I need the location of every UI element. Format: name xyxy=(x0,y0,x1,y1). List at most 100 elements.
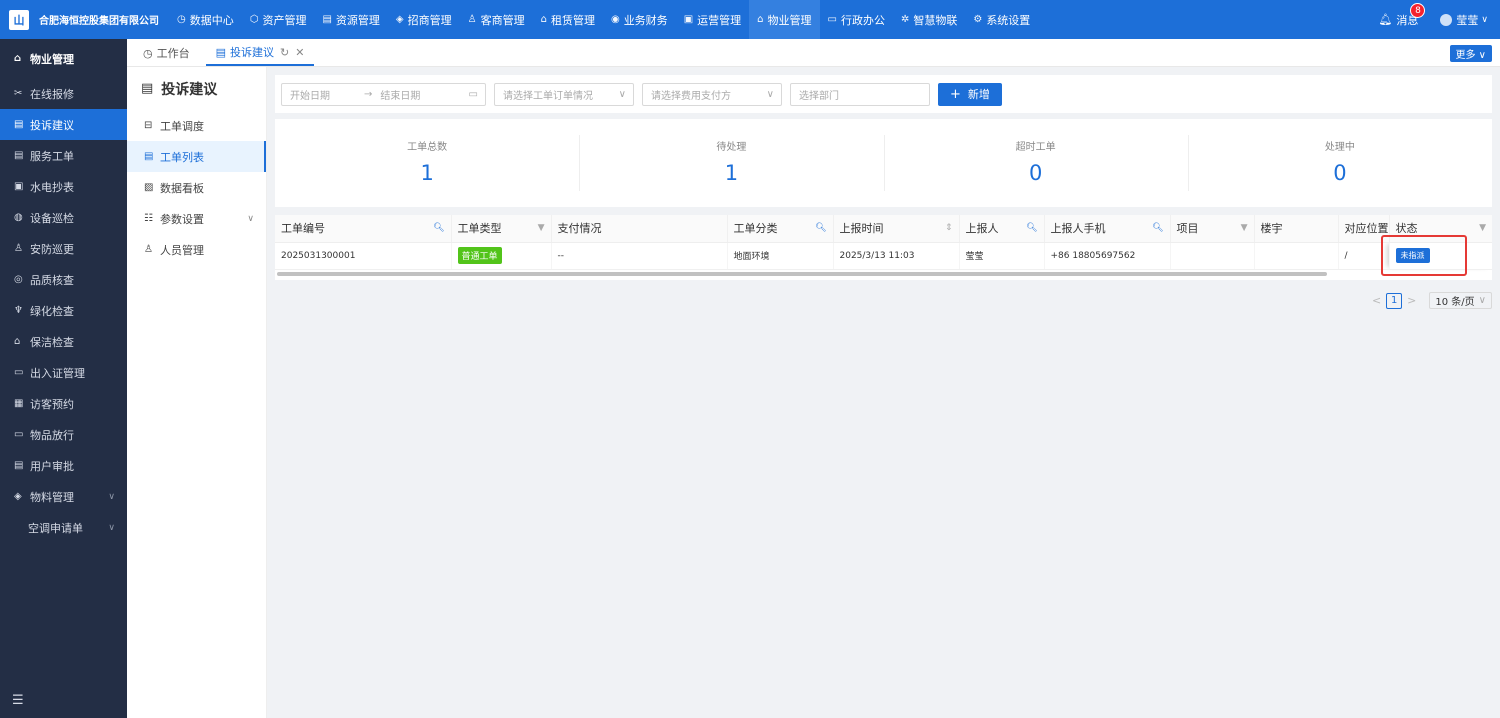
nav-item-lease[interactable]: ⌂ 租赁管理 xyxy=(533,0,603,39)
nav-item-asset[interactable]: ⬡ 资产管理 xyxy=(242,0,315,39)
dashboard-icon: ◷ xyxy=(177,14,186,25)
cell-building xyxy=(1253,242,1338,270)
message-count-badge: 8 xyxy=(1410,2,1426,18)
sidebar-item-meter-reading[interactable]: ▣ 水电抄表 xyxy=(0,171,127,202)
sub-item-dashboard[interactable]: ▨ 数据看板 xyxy=(127,172,266,203)
tag-icon: ◈ xyxy=(395,14,404,25)
messages-button[interactable]: 🔔︎ 消息 8 xyxy=(1378,2,1426,28)
sidebar-item-quality-check[interactable]: ◎ 品质核查 xyxy=(0,264,127,295)
approval-icon: ▤ xyxy=(14,460,24,471)
sidebar-item-service-order[interactable]: ▤ 服务工单 xyxy=(0,140,127,171)
order-type-tag: 普通工单 xyxy=(457,247,502,264)
add-button[interactable]: + 新增 xyxy=(938,82,1002,106)
home-icon: ⌂ xyxy=(14,53,22,64)
chevron-down-icon: ∨ xyxy=(108,491,115,502)
sidebar-item-security-patrol[interactable]: ♙ 安防巡更 xyxy=(0,233,127,264)
nav-item-property[interactable]: ⌂ 物业管理 xyxy=(749,0,820,39)
cell-order-type: 普通工单 xyxy=(450,242,551,270)
nav-item-investment[interactable]: ◈ 招商管理 xyxy=(388,0,460,39)
nav-item-customer[interactable]: ♙ 客商管理 xyxy=(460,0,533,39)
plant-icon: ♆ xyxy=(14,305,23,316)
cell-report-time: 2025/3/13 11:03 xyxy=(832,242,959,270)
search-icon[interactable]: 🔍︎ xyxy=(1026,223,1037,233)
cell-category: 地面环境 xyxy=(726,242,833,270)
nav-item-settings[interactable]: ⚙ 系统设置 xyxy=(965,0,1038,39)
department-select[interactable]: 选择部门 xyxy=(790,82,930,106)
sub-item-dispatch[interactable]: ⊟ 工单调度 xyxy=(127,110,266,141)
prev-page-button[interactable]: < xyxy=(1372,294,1381,307)
collapse-menu-icon[interactable]: ☰ xyxy=(12,693,24,708)
cube-icon: ⬡ xyxy=(249,14,259,25)
refresh-icon[interactable]: ↻ xyxy=(280,46,289,59)
next-page-button[interactable]: > xyxy=(1407,294,1416,307)
top-nav-bar: 山 合肥海恒控股集团有限公司 ◷ 数据中心 ⬡ 资产管理 ▤ 资源管理 ◈ 招商管理 ♙… xyxy=(0,0,1500,39)
sub-item-parameters[interactable]: ☷ 参数设置 ∨ xyxy=(127,203,266,234)
table-header-row: 工单编号 🔍︎ 工单类型 ▼ 支付情况 工单分类 🔍︎ 上报时间 ⇕ 上报人 🔍︎ 上报人… xyxy=(275,215,1492,243)
nav-item-finance[interactable]: ◉ 业务财务 xyxy=(603,0,676,39)
filter-icon[interactable]: ▼ xyxy=(1241,223,1248,233)
page-number[interactable]: 1 xyxy=(1386,292,1403,309)
sidebar-item-equipment-inspection[interactable]: ◍ 设备巡检 xyxy=(0,202,127,233)
close-icon[interactable]: ✕ xyxy=(295,46,304,59)
stat-pending: 待处理 1 xyxy=(579,119,883,207)
horizontal-scrollbar[interactable] xyxy=(277,272,1327,276)
gear-icon: ⚙ xyxy=(973,14,983,25)
nav-item-iot[interactable]: ✲ 智慧物联 xyxy=(893,0,965,39)
col-category[interactable]: 工单分类 🔍︎ xyxy=(726,215,833,243)
chevron-down-icon: ∨ xyxy=(1478,295,1486,306)
cell-reporter-phone: +86 18805697562 xyxy=(1043,242,1170,270)
list-icon: ▤ xyxy=(144,151,154,162)
sidebar-item-ac-request[interactable]: 空调申请单 ∨ xyxy=(0,512,127,543)
payer-select[interactable]: 请选择费用支付方 ∨ xyxy=(642,82,782,106)
guard-icon: ♙ xyxy=(14,243,23,254)
sub-item-personnel[interactable]: ♙ 人员管理 xyxy=(127,234,266,265)
nav-item-data-center[interactable]: ◷ 数据中心 xyxy=(169,0,242,39)
date-range-picker[interactable]: 开始日期 → 结束日期 ▭ xyxy=(281,82,486,106)
chart-icon: ▣ xyxy=(683,14,694,25)
col-order-type[interactable]: 工单类型 ▼ xyxy=(450,215,551,243)
more-tabs-button[interactable]: 更多 ∨ xyxy=(1449,45,1492,62)
avatar xyxy=(1440,13,1453,26)
sort-icon[interactable]: ⇕ xyxy=(945,223,953,233)
nav-item-operation[interactable]: ▣ 运营管理 xyxy=(676,0,749,39)
box-icon: ▭ xyxy=(14,429,24,440)
col-reporter[interactable]: 上报人 🔍︎ xyxy=(958,215,1044,243)
sidebar-item-goods-release[interactable]: ▭ 物品放行 xyxy=(0,419,127,450)
sidebar-item-online-repair[interactable]: ✂ 在线报修 xyxy=(0,78,127,109)
search-icon[interactable]: 🔍︎ xyxy=(433,223,444,233)
sub-item-order-list[interactable]: ▤ 工单列表 xyxy=(127,141,266,172)
tab-workbench[interactable]: ◷ 工作台 xyxy=(133,40,200,66)
stat-total: 工单总数 1 xyxy=(407,142,448,185)
col-report-time[interactable]: 上报时间 ⇕ xyxy=(832,215,959,243)
bell-icon: 🔔︎ xyxy=(1378,13,1393,26)
page-size-select[interactable]: 10 条/页 ∨ xyxy=(1429,292,1492,309)
search-icon[interactable]: 🔍︎ xyxy=(815,223,826,233)
home-icon: ⌂ xyxy=(757,14,764,25)
broom-icon: ⌂ xyxy=(14,336,21,347)
sidebar-item-pass-management[interactable]: ▭ 出入证管理 xyxy=(0,357,127,388)
filter-icon[interactable]: ▼ xyxy=(1479,223,1486,233)
nav-item-admin-office[interactable]: ▭ 行政办公 xyxy=(820,0,893,39)
col-building: 楼宇 xyxy=(1253,215,1338,243)
sidebar-item-user-approval[interactable]: ▤ 用户审批 xyxy=(0,450,127,481)
col-project[interactable]: 项目 ▼ xyxy=(1169,215,1254,243)
sidebar-item-greening-check[interactable]: ♆ 绿化检查 xyxy=(0,295,127,326)
user-menu[interactable]: 莹莹 ∨ xyxy=(1440,12,1488,28)
tab-complaints[interactable]: ▤ 投诉建议 ↻ ✕ xyxy=(205,40,315,66)
sidebar-item-materials[interactable]: ◈ 物料管理 ∨ xyxy=(0,481,127,512)
order-status-select[interactable]: 请选择工单订单情况 ∨ xyxy=(494,82,634,106)
company-logo: 山 xyxy=(9,9,29,30)
sidebar-item-cleaning-check[interactable]: ⌂ 保洁检查 xyxy=(0,326,127,357)
cell-order-no: 2025031300001 xyxy=(275,242,451,270)
sidebar-item-visitor-booking[interactable]: ▦ 访客预约 xyxy=(0,388,127,419)
sidebar-item-complaints[interactable]: ▤ 投诉建议 xyxy=(0,109,127,140)
search-icon[interactable]: 🔍︎ xyxy=(1152,223,1163,233)
calendar-icon: ▦ xyxy=(14,398,24,409)
nav-item-resource[interactable]: ▤ 资源管理 xyxy=(314,0,387,39)
filter-icon[interactable]: ▼ xyxy=(538,223,545,233)
monitor-icon: ▭ xyxy=(827,14,837,25)
col-reporter-phone[interactable]: 上报人手机 🔍︎ xyxy=(1043,215,1170,243)
left-sidebar: ⌂ 物业管理 ✂ 在线报修 ▤ 投诉建议 ▤ 服务工单 ▣ 水电抄表 ◍ 设备巡检 ♙ 安防巡… xyxy=(0,39,127,718)
table-row[interactable]: 2025031300001 普通工单 -- 地面环境 2025/3/13 11:… xyxy=(275,242,1492,270)
col-order-no[interactable]: 工单编号 🔍︎ xyxy=(275,215,451,243)
